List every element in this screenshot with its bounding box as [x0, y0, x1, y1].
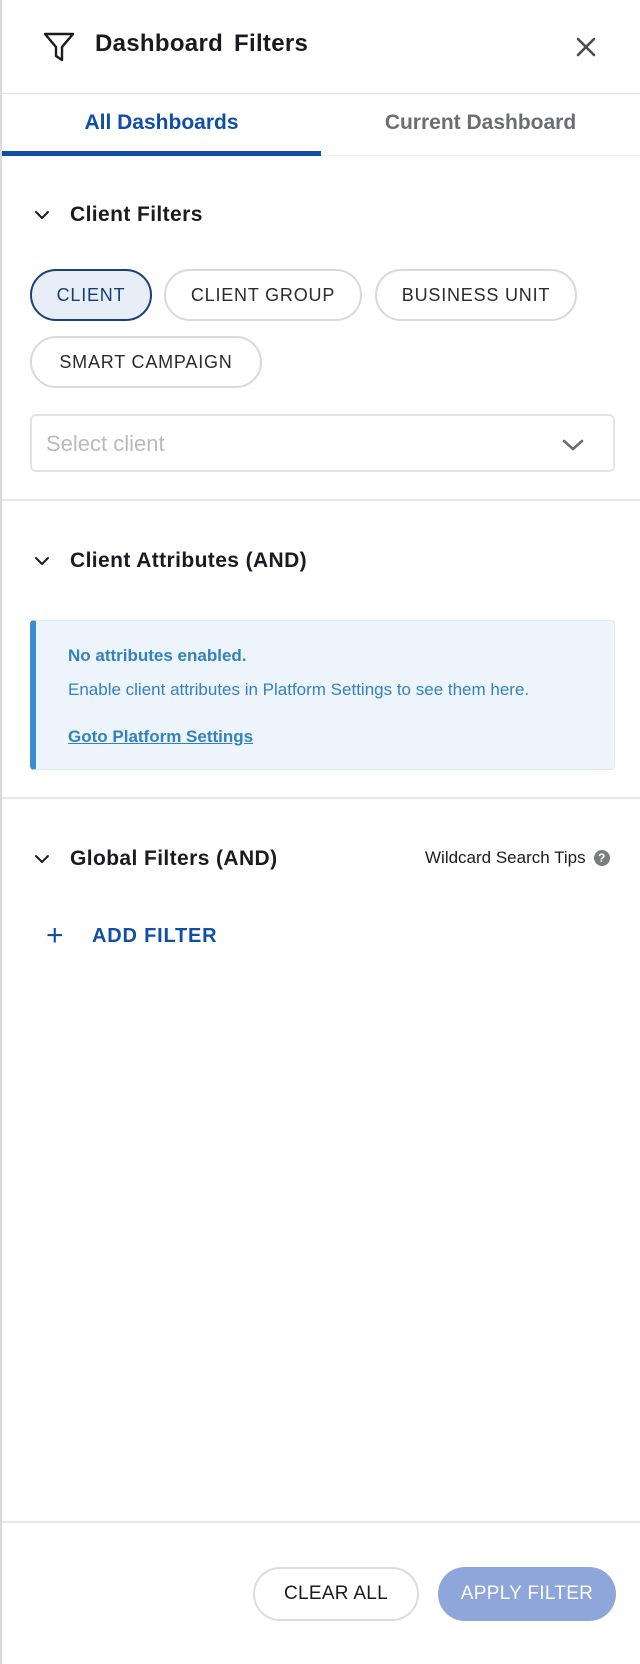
footer-divider — [2, 1521, 640, 1523]
tab-all-dashboards[interactable]: All Dashboards — [2, 94, 321, 156]
section-divider — [2, 499, 640, 501]
chevron-down-icon — [35, 855, 49, 863]
clear-all-button[interactable]: CLEAR ALL — [253, 1567, 419, 1621]
chevron-down-icon — [562, 439, 584, 451]
chevron-down-icon — [35, 557, 49, 565]
notice-text: Enable client attributes in Platform Set… — [68, 680, 530, 699]
client-filters-toggle[interactable]: Client Filters — [32, 200, 203, 230]
chip-client-group[interactable]: CLIENT GROUP — [164, 269, 362, 321]
plus-icon: + — [46, 919, 64, 952]
global-filters-toggle[interactable]: Global Filters (AND) — [32, 844, 278, 874]
wildcard-tips-label: Wildcard Search Tips — [425, 848, 586, 867]
panel-header: Dashboard Filters — [2, 0, 640, 94]
client-attributes-label: Client Attributes (AND) — [70, 549, 308, 572]
panel-title: Dashboard Filters — [95, 30, 309, 57]
notice-title: No attributes enabled. — [68, 646, 247, 665]
add-filter-label: ADD FILTER — [92, 924, 218, 947]
section-divider — [2, 797, 640, 799]
chevron-down-icon — [35, 211, 49, 219]
filter-icon — [43, 32, 75, 62]
client-select-placeholder: Select client — [46, 431, 165, 456]
no-attributes-notice: No attributes enabled. Enable client att… — [30, 620, 615, 770]
close-icon[interactable] — [570, 31, 602, 63]
tab-current-dashboard[interactable]: Current Dashboard — [321, 94, 640, 156]
platform-settings-link[interactable]: Goto Platform Settings — [68, 727, 253, 747]
add-filter-button[interactable]: + ADD FILTER — [46, 919, 218, 952]
chip-smart-campaign[interactable]: SMART CAMPAIGN — [30, 336, 262, 388]
client-filters-label: Client Filters — [70, 203, 203, 226]
client-select[interactable]: Select client — [30, 414, 615, 472]
global-filters-label: Global Filters (AND) — [70, 847, 278, 870]
client-attributes-toggle[interactable]: Client Attributes (AND) — [32, 546, 307, 576]
apply-filter-button[interactable]: APPLY FILTER — [438, 1567, 616, 1621]
filters-panel: Dashboard Filters All Dashboards Current… — [0, 0, 640, 1664]
wildcard-search-tips[interactable]: Wildcard Search Tips ? — [425, 848, 610, 868]
chip-client[interactable]: CLIENT — [30, 269, 152, 321]
help-icon[interactable]: ? — [593, 850, 610, 866]
tab-bar: All Dashboards Current Dashboard — [2, 94, 640, 156]
chip-business-unit[interactable]: BUSINESS UNIT — [375, 269, 577, 321]
